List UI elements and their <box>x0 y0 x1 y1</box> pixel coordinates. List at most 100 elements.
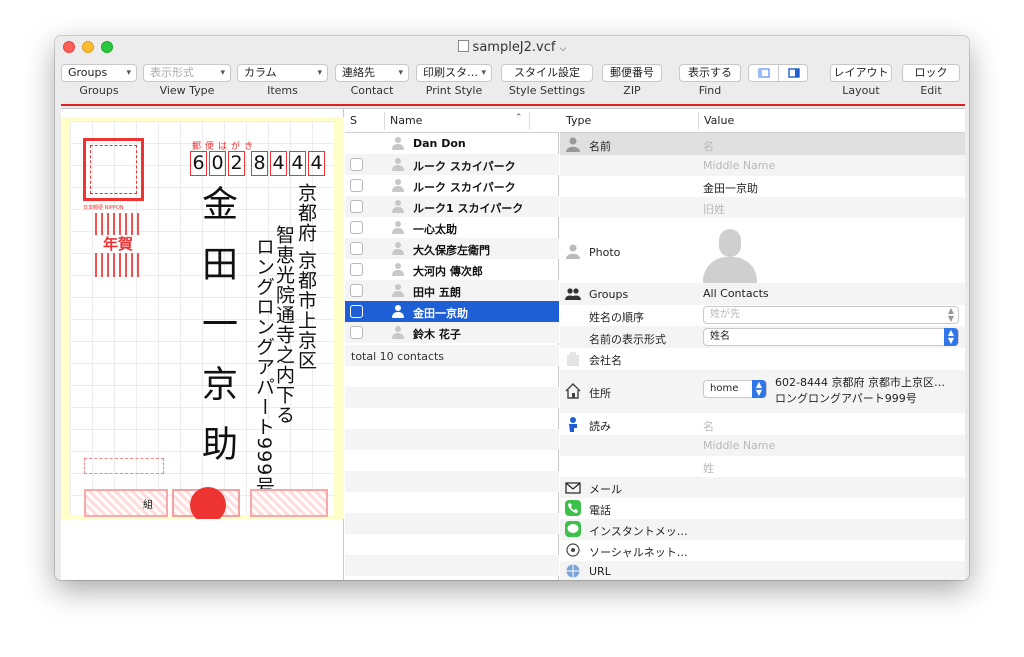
contact-row[interactable]: ルーク スカイパーク <box>345 175 559 196</box>
zip-label: ZIP <box>623 84 641 97</box>
contact-checkbox[interactable] <box>350 221 363 234</box>
contact-checkbox[interactable] <box>350 242 363 255</box>
detail-row-lastname[interactable]: 金田一京助 <box>560 176 965 197</box>
photo-label: Photo <box>589 246 621 259</box>
find-button[interactable]: 表示する <box>679 64 741 82</box>
detail-row-middle[interactable]: Middle Name <box>560 155 965 176</box>
edit-label: Edit <box>920 84 942 97</box>
contact-photo-placeholder[interactable] <box>703 227 757 283</box>
contact-checkbox[interactable] <box>350 200 363 213</box>
address-type-select[interactable]: home ▲ ▼ <box>703 380 767 398</box>
name-order-value: 姓が先 <box>710 309 740 320</box>
empty-row <box>345 492 559 513</box>
address-line-1[interactable]: 602-8444 京都府 京都市上京区… <box>775 374 945 390</box>
reading-first-field[interactable]: 名 <box>703 418 714 434</box>
contact-popup[interactable]: 連絡先 ▾ <box>335 64 409 82</box>
chevron-down-icon: ▾ <box>317 68 322 78</box>
contact-checkbox[interactable] <box>350 305 363 318</box>
company-label: 会社名 <box>589 354 622 367</box>
items-popup[interactable]: カラム ▾ <box>237 64 328 82</box>
name-label: 名前 <box>589 140 611 153</box>
messages-icon <box>565 521 581 537</box>
contact-row[interactable]: 田中 五朗 <box>345 280 559 301</box>
phone-icon <box>565 500 581 516</box>
detail-row-address[interactable]: 住所 home ▲ ▼ 602-8444 京都府 京都市上京区… ロングロングアパ… <box>560 370 965 413</box>
detail-row-groups[interactable]: Groups All Contacts <box>560 283 965 305</box>
right-pane-toggle[interactable] <box>779 65 807 81</box>
contact-row[interactable]: Dan Don <box>345 133 559 154</box>
contact-row[interactable]: 鈴木 花子 <box>345 322 559 343</box>
detail-row-name[interactable]: 名前 名 <box>560 133 965 155</box>
person-icon <box>391 157 405 172</box>
column-header-type[interactable]: Type <box>566 114 591 127</box>
contact-row[interactable]: 大久保彦左衛門 <box>345 238 559 259</box>
sort-ascending-icon[interactable]: ⌃ <box>515 113 523 123</box>
contact-checkbox[interactable] <box>350 263 363 276</box>
reading-last-field[interactable]: 姓 <box>703 460 714 476</box>
groups-popup[interactable]: Groups ▾ <box>61 64 137 82</box>
detail-row-im[interactable]: インスタントメッ… <box>560 519 965 540</box>
contact-row[interactable]: 一心太助 <box>345 217 559 238</box>
detail-row-reading[interactable]: 読み 名 <box>560 413 965 435</box>
column-header-s[interactable]: S <box>350 114 357 127</box>
zip-digit: 6 <box>190 151 207 176</box>
social-label: ソーシャルネット… <box>589 546 688 559</box>
empty-row <box>345 513 559 534</box>
address-line-2[interactable]: ロングロングアパート999号 <box>775 390 917 406</box>
detail-row-reading-middle[interactable]: Middle Name <box>560 435 965 456</box>
contact-checkbox[interactable] <box>350 179 363 192</box>
postcard-face: 日本郵便 NIPPON 年賀 郵便はがき 6 0 2 8 4 4 4 金田一京助… <box>70 121 334 519</box>
style-settings-button[interactable]: スタイル設定 <box>501 64 593 82</box>
last-name-field[interactable]: 金田一京助 <box>703 180 758 196</box>
contact-row[interactable]: 大河内 傳次郎 <box>345 259 559 280</box>
view-type-label: View Type <box>159 84 215 97</box>
person-icon <box>391 262 405 277</box>
contact-checkbox[interactable] <box>350 158 363 171</box>
groups-popup-value: Groups <box>68 66 108 79</box>
contact-popup-value: 連絡先 <box>342 66 375 79</box>
contact-row[interactable]: ルーク スカイパーク <box>345 154 559 175</box>
contact-checkbox[interactable] <box>350 284 363 297</box>
middle-name-field[interactable]: Middle Name <box>703 159 775 172</box>
main-content: 日本郵便 NIPPON 年賀 郵便はがき 6 0 2 8 4 4 4 金田一京助… <box>61 108 965 580</box>
detail-row-url[interactable]: URL <box>560 561 965 580</box>
address-label: 住所 <box>589 387 611 400</box>
column-header-value[interactable]: Value <box>704 114 734 127</box>
contact-checkbox[interactable] <box>350 326 363 339</box>
layout-button[interactable]: レイアウト <box>830 64 892 82</box>
social-network-icon <box>566 543 580 557</box>
detail-row-reading-last[interactable]: 姓 <box>560 456 965 477</box>
person-icon <box>391 325 405 340</box>
window-title[interactable]: sampleJ2.vcf ⌵ <box>55 40 969 55</box>
groups-label: Groups <box>79 84 119 97</box>
items-label: Items <box>267 84 298 97</box>
zip-button[interactable]: 郵便番号 <box>602 64 662 82</box>
contact-row-selected[interactable]: 金田一京助 <box>345 301 559 322</box>
contact-name: ルーク1 スカイパーク <box>413 202 524 215</box>
first-name-field[interactable]: 名 <box>703 138 714 154</box>
detail-row-phone[interactable]: 電話 <box>560 498 965 519</box>
phone-label: 電話 <box>589 504 611 517</box>
stamp-box <box>83 138 144 201</box>
detail-row-company[interactable]: 会社名 <box>560 348 965 370</box>
sidebar-left-icon <box>758 68 770 78</box>
print-style-popup[interactable]: 印刷スタ… ▾ <box>416 64 492 82</box>
reading-middle-field[interactable]: Middle Name <box>703 439 775 452</box>
accent-divider <box>61 104 965 106</box>
left-pane-toggle[interactable] <box>749 65 779 81</box>
detail-row-mail[interactable]: メール <box>560 477 965 498</box>
detail-row-maiden[interactable]: 旧姓 <box>560 197 965 218</box>
maiden-name-field[interactable]: 旧姓 <box>703 201 725 217</box>
items-popup-value: カラム <box>244 66 277 79</box>
url-label: URL <box>589 565 611 578</box>
contacts-list-header: S Name ⌃ <box>345 109 559 133</box>
chevron-down-icon: ▾ <box>481 68 486 78</box>
view-type-popup[interactable]: 表示形式 ▾ <box>143 64 231 82</box>
contact-row[interactable]: ルーク1 スカイパーク <box>345 196 559 217</box>
column-header-name[interactable]: Name <box>390 114 422 127</box>
display-format-select[interactable]: 姓名 ▲ ▼ <box>703 328 959 346</box>
name-order-select[interactable]: 姓が先 ▲ ▼ <box>703 306 959 324</box>
detail-row-photo[interactable]: Photo <box>560 218 965 283</box>
lock-button[interactable]: ロック <box>902 64 960 82</box>
detail-row-social[interactable]: ソーシャルネット… <box>560 540 965 561</box>
